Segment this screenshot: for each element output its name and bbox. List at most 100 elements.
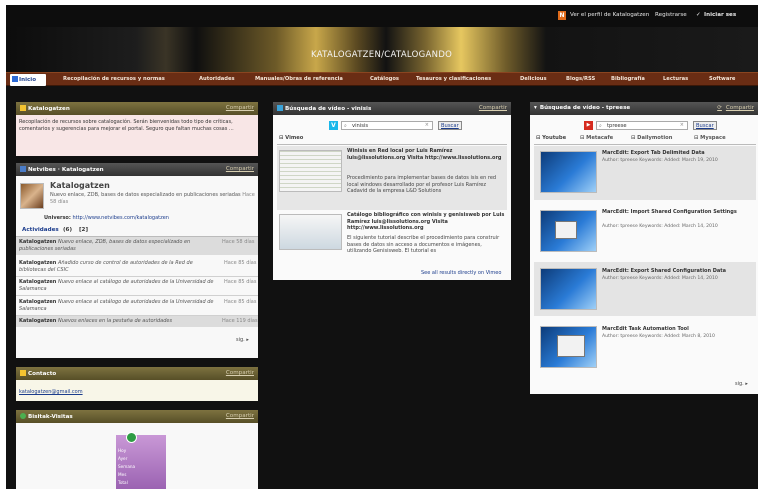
video-thumbnail[interactable] — [540, 151, 597, 193]
panel-video-vinisis: Búsqueda de vídeo - vinisis Compartir V ⌕… — [273, 102, 511, 280]
banner: KATALOGATZEN/CATALOGANDO — [6, 27, 758, 72]
top-bar: N Ver el perfil de Katalogatzen Registra… — [6, 5, 758, 27]
activity-row[interactable]: Katalogatzen Nuevo enlace, ZDB, bases de… — [19, 239, 219, 253]
collapse-icon[interactable]: ▾ — [534, 105, 537, 111]
tab-lecturas[interactable]: Lecturas — [663, 76, 688, 82]
panel-katalogatzen: Katalogatzen Compartir Recopilación de re… — [16, 102, 258, 156]
universe-link[interactable]: http://www.netvibes.com/katalogatzen — [72, 215, 169, 221]
netvibes-icon — [20, 166, 26, 172]
tab-metacafe[interactable]: ⊟ Metacafe — [580, 135, 613, 141]
video-thumbnail[interactable] — [279, 214, 342, 250]
tab-blogs-rss[interactable]: Blogs/RSS — [566, 76, 595, 82]
profile-link[interactable]: Ver el perfil de Katalogatzen — [570, 12, 649, 18]
count-6[interactable]: (6) — [63, 227, 72, 233]
panel-netvibes: Netvibes · Katalogatzen Compartir Katalog… — [16, 163, 258, 358]
tab-autoridades[interactable]: Autoridades — [199, 76, 235, 82]
tab-vimeo[interactable]: ⊟ Vimeo — [279, 135, 303, 141]
panel-video-tpreese: ▾ Búsqueda de vídeo - tpreese ⟳ Compartir ▶… — [530, 102, 758, 394]
refresh-icon[interactable]: ⟳ — [717, 105, 722, 111]
avatar — [20, 183, 44, 209]
activity-time: Hace 85 días — [224, 260, 257, 266]
result-meta: Author: tpreese Keywords: Added: March 1… — [602, 158, 718, 163]
tab-youtube[interactable]: ⊟ Youtube — [536, 135, 566, 141]
tab-bibliografia[interactable]: Bibliografía — [611, 76, 645, 82]
see-all-link[interactable]: See all results directly on Vimeo — [421, 270, 501, 276]
tab-activities[interactable]: Actividades — [22, 227, 59, 233]
register-link[interactable]: Registrarse — [655, 12, 687, 18]
result-title[interactable]: Catálogo bibliográfico con winisis y gen… — [347, 212, 505, 232]
result-meta: Author: tpreese Keywords: Added: March 8… — [602, 334, 715, 339]
visit-counter-widget: Hoy Ayer Semana Mes Total — [116, 432, 166, 489]
youtube-icon: ▶ — [584, 121, 593, 130]
share-link[interactable]: ⟳ Compartir — [717, 105, 754, 111]
result-meta: Author: tpreese Keywords: Added: March 1… — [602, 276, 718, 281]
note-icon — [20, 370, 26, 376]
tab-delicious[interactable]: Delicious — [520, 76, 547, 82]
video-thumbnail[interactable] — [540, 268, 597, 310]
video-thumbnail[interactable] — [540, 326, 597, 368]
share-link[interactable]: Compartir — [226, 166, 254, 172]
result-desc: El siguiente tutorial describe el proced… — [347, 235, 500, 254]
panel-header: Bisitak-Visitas Compartir — [16, 410, 258, 423]
tab-manuales[interactable]: Manuales/Obras de referencia — [255, 76, 343, 82]
tab-dailymotion[interactable]: ⊟ Dailymotion — [631, 135, 672, 141]
tab-catalogos[interactable]: Catálogos — [370, 76, 399, 82]
share-link[interactable]: Compartir — [226, 105, 254, 111]
search-input[interactable]: ⌕ vinisis × — [341, 121, 433, 130]
counter-logo-icon — [126, 432, 137, 443]
video-thumbnail[interactable] — [279, 150, 342, 192]
tab-software[interactable]: Software — [709, 76, 735, 82]
result-title[interactable]: MarcEdit: Export Tab Delimited Data — [602, 150, 705, 156]
profile-name[interactable]: Katalogatzen — [50, 181, 110, 190]
next-link[interactable]: sig. ▸ — [236, 337, 249, 343]
result-title[interactable]: Winisis en Red local por Luis Ramírez lu… — [347, 148, 505, 161]
share-link[interactable]: Compartir — [479, 105, 507, 111]
search-input[interactable]: ⌕ tpreese × — [596, 121, 688, 130]
activity-row[interactable]: Katalogatzen Nuevo enlace al catálogo de… — [19, 279, 219, 293]
panel-header: ▾ Búsqueda de vídeo - tpreese ⟳ Compartir — [530, 102, 758, 115]
panel-header: Katalogatzen Compartir — [16, 102, 258, 115]
search-icon: ⌕ — [599, 123, 602, 129]
panel-header: Búsqueda de vídeo - vinisis Compartir — [273, 102, 511, 115]
video-thumbnail[interactable] — [540, 210, 597, 252]
search-button[interactable]: Buscar — [438, 121, 462, 130]
result-title[interactable]: MarcEdit: Import Shared Configuration Se… — [602, 209, 752, 216]
login-link[interactable]: Iniciar ses — [704, 12, 736, 18]
universe-line: Universo: http://www.netvibes.com/katalo… — [44, 215, 169, 221]
next-link[interactable]: sig. ▸ — [735, 381, 748, 387]
panel-contacto: Contacto Compartir katalogatzen@gmail.com — [16, 367, 258, 401]
activity-time: Hace 85 días — [224, 299, 257, 305]
result-title[interactable]: MarcEdit: Export Shared Configuration Da… — [602, 268, 726, 274]
count-2[interactable]: [2] — [79, 227, 88, 233]
activity-row[interactable]: Katalogatzen Nuevos enlaces en la pestañ… — [19, 318, 172, 324]
activity-time: Hace 58 días — [222, 239, 255, 245]
divider — [277, 144, 507, 145]
activity-row[interactable]: Katalogatzen Nuevo enlace al catálogo de… — [19, 299, 219, 313]
contact-email-link[interactable]: katalogatzen@gmail.com — [19, 389, 83, 395]
divider — [534, 144, 756, 145]
divider — [16, 276, 258, 277]
search-button[interactable]: Buscar — [693, 121, 717, 130]
tab-inicio[interactable]: Inicio — [10, 74, 46, 86]
tab-tesauros[interactable]: Tesauros y clasificaciones — [416, 76, 491, 82]
page-frame: N Ver el perfil de Katalogatzen Registra… — [6, 5, 758, 489]
share-link[interactable]: Compartir — [226, 370, 254, 376]
tab-myspace[interactable]: ⊟ Myspace — [694, 135, 726, 141]
share-link[interactable]: Compartir — [226, 413, 254, 419]
activity-time: Hace 85 días — [224, 279, 257, 285]
result-desc: Procedimiento para implementar bases de … — [347, 175, 497, 194]
clear-icon[interactable]: × — [680, 122, 684, 128]
counter-icon — [20, 413, 26, 419]
note-icon — [20, 105, 26, 111]
universe-label: Universo: — [44, 215, 71, 221]
activity-row[interactable]: Katalogatzen Añadido curso de control de… — [19, 260, 219, 274]
panel-bisitak: Bisitak-Visitas Compartir Hoy Ayer Semana… — [16, 410, 258, 489]
site-title: KATALOGATZEN/CATALOGANDO — [311, 50, 453, 60]
clear-icon[interactable]: × — [425, 122, 429, 128]
tab-recopilacion[interactable]: Recopilación de recursos y normas — [63, 76, 165, 82]
result-title[interactable]: MarcEdit Task Automation Tool — [602, 326, 689, 332]
panel-header: Netvibes · Katalogatzen Compartir — [16, 163, 258, 176]
checkmark-icon: ✓ — [696, 12, 701, 18]
activity-time: Hace 119 días — [222, 318, 258, 324]
panel-header: Contacto Compartir — [16, 367, 258, 380]
